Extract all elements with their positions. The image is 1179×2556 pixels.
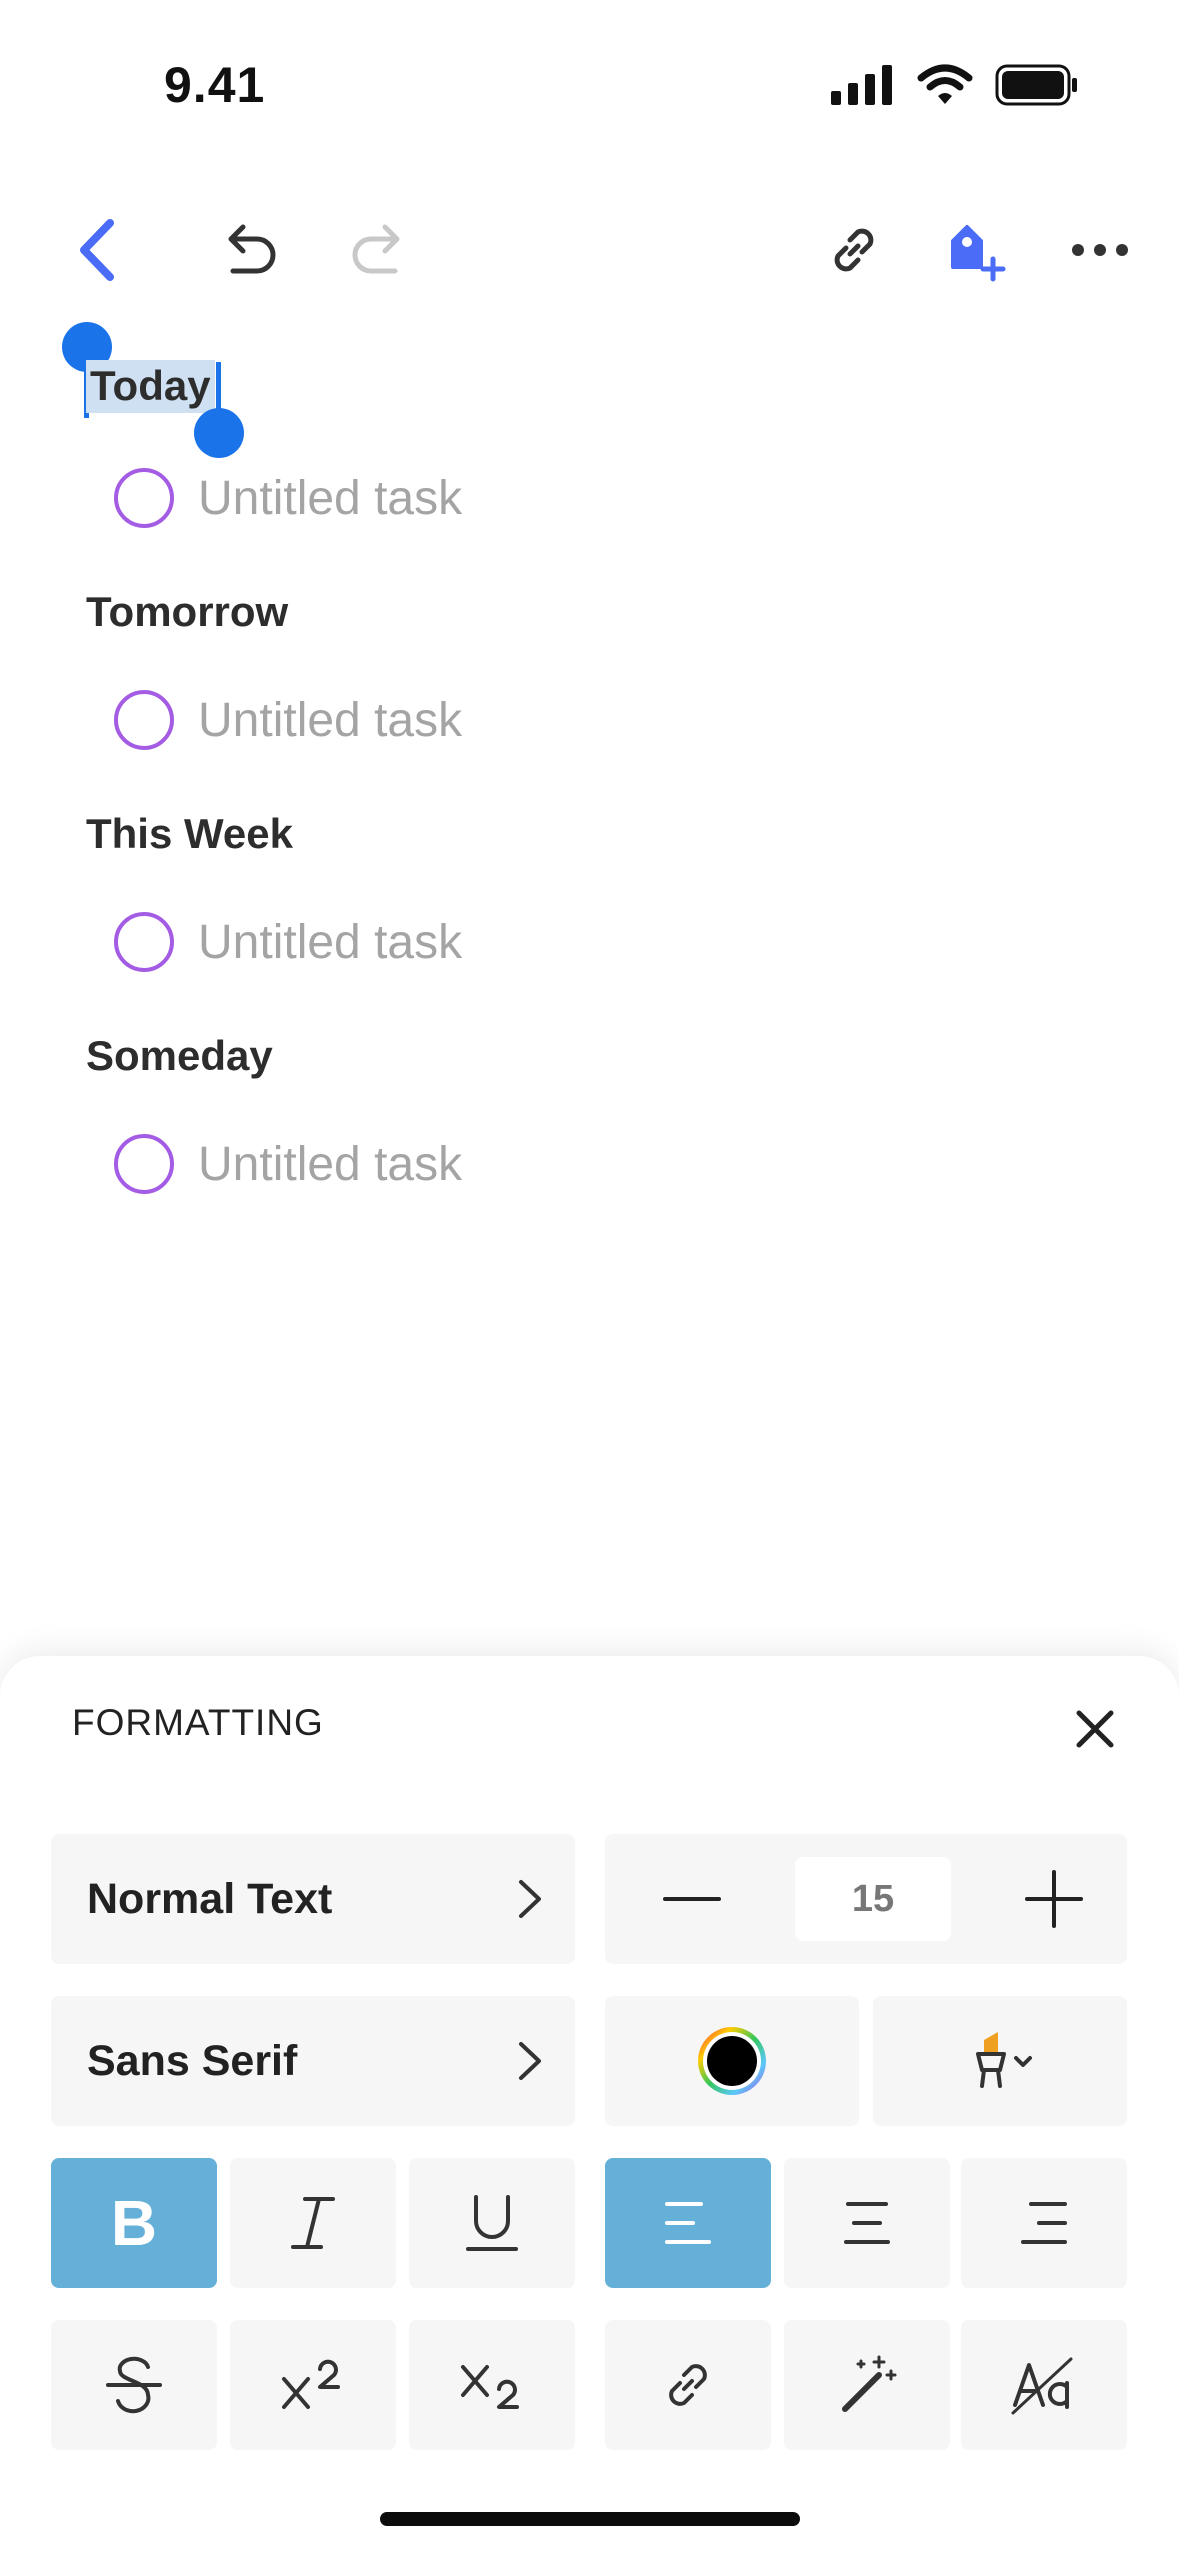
underline-icon bbox=[466, 2195, 518, 2251]
plus-icon bbox=[1025, 1870, 1083, 1928]
formatting-sheet: FORMATTING Normal Text 15 Sans Serif B bbox=[0, 1656, 1179, 2556]
align-left-button[interactable] bbox=[605, 2158, 771, 2288]
task-title[interactable]: Untitled task bbox=[198, 1137, 462, 1192]
task-checkbox[interactable] bbox=[114, 1134, 174, 1194]
wifi-icon bbox=[917, 64, 973, 104]
clear-formatting-button[interactable] bbox=[961, 2320, 1127, 2450]
task-item[interactable]: Untitled task bbox=[114, 912, 462, 972]
task-item[interactable]: Untitled task bbox=[114, 468, 462, 528]
task-title[interactable]: Untitled task bbox=[198, 915, 462, 970]
task-item[interactable]: Untitled task bbox=[114, 1134, 462, 1194]
status-time: 9.41 bbox=[164, 57, 266, 113]
insert-link-button[interactable] bbox=[605, 2320, 771, 2450]
task-checkbox[interactable] bbox=[114, 468, 174, 528]
align-left-icon bbox=[665, 2202, 711, 2244]
chevron-right-icon bbox=[519, 2042, 541, 2080]
task-checkbox[interactable] bbox=[114, 690, 174, 750]
close-button[interactable] bbox=[1060, 1694, 1130, 1764]
highlighter-icon bbox=[976, 2032, 1032, 2088]
chevron-right-icon bbox=[519, 1880, 541, 1918]
status-bar: 9.41 bbox=[0, 0, 1179, 170]
task-item[interactable]: Untitled task bbox=[114, 690, 462, 750]
font-size-stepper: 15 bbox=[605, 1834, 1127, 1964]
undo-icon bbox=[228, 224, 276, 274]
highlight-color-button[interactable] bbox=[873, 1996, 1127, 2126]
italic-icon bbox=[291, 2197, 335, 2249]
add-tag-button[interactable] bbox=[934, 210, 1014, 290]
text-color-button[interactable] bbox=[605, 1996, 859, 2126]
align-center-button[interactable] bbox=[784, 2158, 950, 2288]
text-style-button[interactable]: Normal Text bbox=[51, 1834, 575, 1964]
font-family-button[interactable]: Sans Serif bbox=[51, 1996, 575, 2126]
superscript-icon bbox=[282, 2359, 340, 2409]
selected-text[interactable]: Today bbox=[86, 360, 215, 413]
undo-button[interactable] bbox=[208, 210, 288, 290]
cellular-signal-icon bbox=[831, 65, 892, 105]
redo-button[interactable] bbox=[340, 210, 420, 290]
decrease-font-size-button[interactable] bbox=[657, 1864, 727, 1934]
sheet-title: FORMATTING bbox=[72, 1702, 324, 1743]
color-wheel-icon bbox=[698, 2027, 766, 2095]
strikethrough-icon bbox=[106, 2356, 162, 2414]
text-style-label: Normal Text bbox=[87, 1874, 333, 1923]
magic-wand-icon bbox=[842, 2355, 897, 2412]
bold-label: B bbox=[110, 2187, 158, 2259]
italic-button[interactable] bbox=[230, 2158, 396, 2288]
bold-button[interactable]: B bbox=[51, 2158, 217, 2288]
editor-toolbar bbox=[0, 190, 1179, 300]
increase-font-size-button[interactable] bbox=[1019, 1864, 1089, 1934]
align-right-icon bbox=[1021, 2202, 1067, 2244]
subscript-button[interactable] bbox=[409, 2320, 575, 2450]
underline-button[interactable] bbox=[409, 2158, 575, 2288]
chevron-left-icon bbox=[80, 219, 114, 281]
link-icon bbox=[669, 2364, 707, 2406]
link-button[interactable] bbox=[814, 210, 894, 290]
minus-icon bbox=[663, 1897, 721, 1901]
task-title[interactable]: Untitled task bbox=[198, 471, 462, 526]
clear-formatting-icon bbox=[1011, 2357, 1073, 2415]
font-size-value[interactable]: 15 bbox=[795, 1857, 951, 1941]
section-heading-today[interactable]: Today bbox=[86, 360, 215, 413]
subscript-icon bbox=[461, 2365, 519, 2409]
more-icon bbox=[1072, 244, 1128, 256]
tag-add-icon bbox=[951, 225, 1006, 282]
battery-icon bbox=[995, 64, 1077, 106]
task-title[interactable]: Untitled task bbox=[198, 693, 462, 748]
section-heading-this-week[interactable]: This Week bbox=[86, 810, 293, 858]
align-center-icon bbox=[844, 2202, 890, 2244]
superscript-button[interactable] bbox=[230, 2320, 396, 2450]
home-indicator[interactable] bbox=[380, 2512, 800, 2526]
selection-handle-end[interactable] bbox=[194, 408, 244, 458]
redo-icon bbox=[352, 224, 400, 274]
more-button[interactable] bbox=[1060, 210, 1140, 290]
magic-wand-button[interactable] bbox=[784, 2320, 950, 2450]
strikethrough-button[interactable] bbox=[51, 2320, 217, 2450]
section-heading-someday[interactable]: Someday bbox=[86, 1032, 273, 1080]
align-right-button[interactable] bbox=[961, 2158, 1127, 2288]
section-heading-tomorrow[interactable]: Tomorrow bbox=[86, 588, 288, 636]
status-icons bbox=[831, 64, 1079, 106]
back-button[interactable] bbox=[58, 210, 138, 290]
font-family-label: Sans Serif bbox=[87, 2036, 298, 2085]
close-icon bbox=[1076, 1710, 1114, 1748]
link-icon bbox=[834, 228, 874, 272]
task-checkbox[interactable] bbox=[114, 912, 174, 972]
